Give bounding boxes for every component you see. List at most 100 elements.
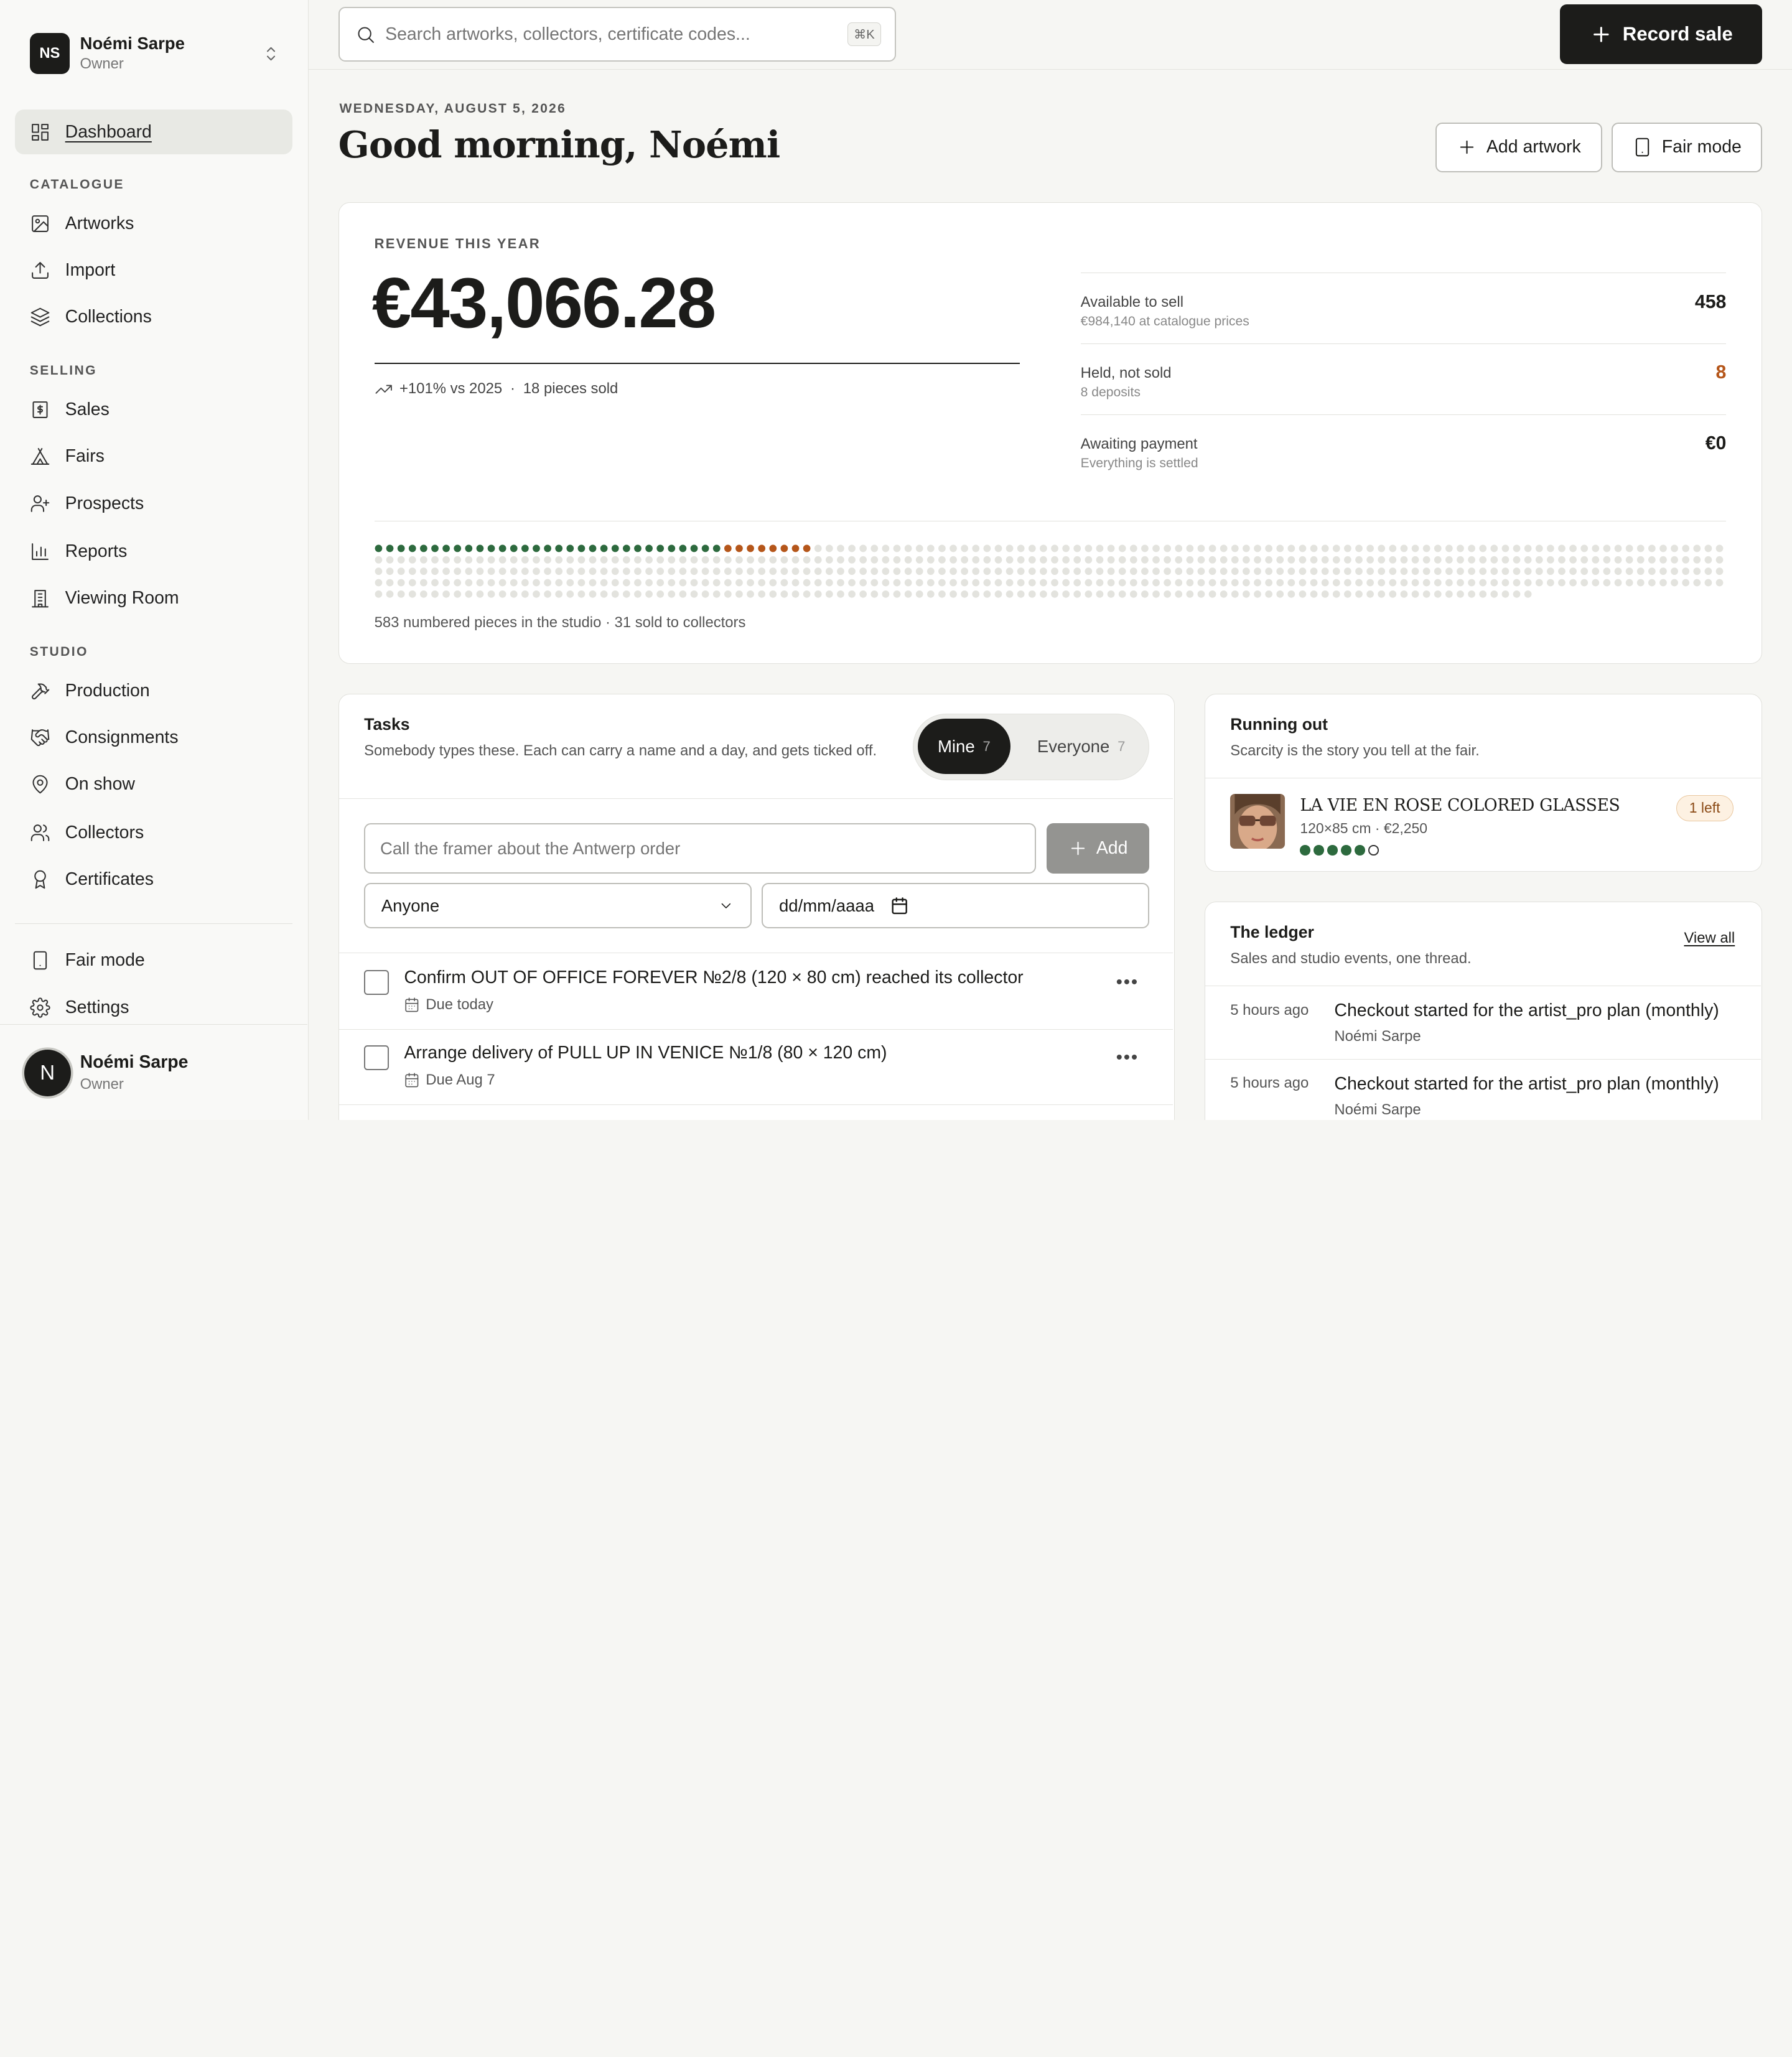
sidebar-item-collectors[interactable]: Collectors	[15, 810, 292, 855]
dot-available	[397, 556, 405, 564]
dot-available	[1163, 556, 1171, 564]
dot-available	[543, 556, 551, 564]
dot-available	[983, 556, 991, 564]
stat-held[interactable]: Held, not sold 8 deposits 8	[1080, 343, 1727, 414]
dot-available	[1028, 579, 1036, 587]
task-checkbox[interactable]	[364, 969, 390, 995]
dot-available	[791, 556, 799, 564]
dot-available	[836, 544, 844, 553]
dot-available	[1332, 590, 1340, 599]
due-date-field[interactable]: dd/mm/aaaa	[762, 882, 1149, 929]
running-out-title: Running out	[1230, 714, 1328, 734]
more-icon[interactable]: •••	[1116, 1047, 1139, 1068]
more-icon[interactable]: •••	[1116, 972, 1139, 993]
sidebar-item-collections[interactable]: Collections	[15, 295, 292, 340]
sidebar-item-prospects[interactable]: Prospects	[15, 481, 292, 526]
sidebar-item-sales[interactable]: Sales	[15, 388, 292, 432]
fair-mode-button[interactable]: Fair mode	[1611, 122, 1763, 173]
revenue-trend: +101% vs 2025 · 18 pieces sold	[375, 380, 618, 398]
sidebar-item-production[interactable]: Production	[15, 668, 292, 713]
dot-available	[1197, 556, 1205, 564]
sidebar-item-viewing-room[interactable]: Viewing Room	[15, 576, 292, 621]
stat-available[interactable]: Available to sell €984,140 at catalogue …	[1080, 273, 1727, 343]
dot-available	[1299, 544, 1306, 553]
dot-available	[408, 590, 416, 599]
dot-available	[791, 579, 799, 587]
add-task-button[interactable]: Add	[1046, 823, 1149, 874]
dot-available	[1704, 544, 1712, 553]
dot-available	[735, 556, 743, 564]
dot-available	[1186, 567, 1193, 576]
dot-available	[1557, 579, 1566, 587]
dot-available	[408, 579, 416, 587]
dot-available	[1411, 556, 1419, 564]
sidebar-item-settings[interactable]: Settings	[15, 985, 292, 1030]
dot-available	[1625, 556, 1633, 564]
section-studio: STUDIO	[29, 644, 88, 659]
sidebar-item-import[interactable]: Import	[15, 248, 292, 293]
dot-available	[1411, 590, 1419, 599]
stat-awaiting[interactable]: Awaiting payment Everything is settled €…	[1080, 414, 1727, 485]
dot-available	[375, 556, 382, 564]
dot-available	[712, 579, 721, 587]
dot-available	[1445, 579, 1453, 587]
search-box[interactable]: ⌘K	[338, 7, 896, 62]
sidebar-item-reports[interactable]: Reports	[15, 529, 292, 574]
dot-available	[870, 579, 878, 587]
sidebar-item-certificates[interactable]: Certificates	[15, 857, 292, 902]
dot-available	[825, 544, 833, 553]
tablet-icon	[30, 950, 50, 971]
dot-available	[859, 579, 867, 587]
org-avatar: NS	[29, 33, 70, 75]
dot-available	[543, 579, 551, 587]
ledger-row[interactable]: 5 hours ago Checkout started for the art…	[1205, 986, 1761, 1059]
dot-available	[938, 590, 946, 599]
dot-available	[882, 579, 889, 587]
artwork-title[interactable]: LA VIE EN ROSE COLORED GLASSES	[1300, 796, 1620, 815]
sidebar-item-artworks[interactable]: Artworks	[15, 201, 292, 246]
receipt-icon	[30, 399, 50, 420]
sidebar-item-label: Consignments	[65, 727, 179, 748]
ledger-row[interactable]: 5 hours ago Checkout started for the art…	[1205, 1059, 1761, 1120]
calendar-icon[interactable]	[890, 897, 908, 915]
view-all-link[interactable]: View all	[1684, 930, 1735, 947]
add-artwork-button[interactable]: Add artwork	[1435, 122, 1603, 173]
dot-available	[668, 567, 675, 576]
dot-available	[1006, 579, 1014, 587]
tab-mine[interactable]: Mine 7	[918, 719, 1010, 774]
dot-available	[915, 579, 923, 587]
dot-available	[1231, 556, 1239, 564]
tab-label: Mine	[937, 736, 975, 756]
dot-sold	[386, 544, 394, 553]
tab-everyone[interactable]: Everyone 7	[1019, 719, 1144, 773]
sidebar-item-on-show[interactable]: On show	[15, 762, 292, 807]
dot-available	[1276, 579, 1284, 587]
dot-available	[487, 567, 495, 576]
sidebar-item-consignments[interactable]: Consignments	[15, 716, 292, 760]
dot-available	[701, 567, 709, 576]
dot-available	[1073, 590, 1081, 599]
dot-available	[836, 567, 844, 576]
dot-available	[1355, 556, 1363, 564]
assignee-select[interactable]: Anyone	[364, 882, 752, 929]
dot-available	[1039, 544, 1047, 553]
record-sale-button[interactable]: Record sale	[1560, 4, 1763, 64]
dot-available	[532, 556, 540, 564]
org-switcher[interactable]: NS Noémi Sarpe Owner	[29, 33, 281, 75]
sidebar-item-dashboard[interactable]: Dashboard	[14, 110, 293, 154]
dot-available	[1467, 567, 1475, 576]
sidebar-item-fair-mode[interactable]: Fair mode	[15, 938, 292, 983]
search-input[interactable]	[385, 24, 847, 45]
task-checkbox[interactable]	[364, 1045, 390, 1071]
user-plus-icon	[30, 493, 50, 514]
dot-available	[386, 590, 394, 599]
dot-available	[1197, 567, 1205, 576]
user-menu[interactable]: N Noémi Sarpe Owner	[0, 1024, 308, 1120]
sidebar-item-fairs[interactable]: Fairs	[15, 434, 292, 479]
artwork-thumbnail[interactable]	[1230, 793, 1286, 849]
dot-available	[1670, 579, 1678, 587]
ledger-author: Noémi Sarpe	[1334, 1101, 1421, 1118]
dot-available	[1186, 579, 1193, 587]
new-task-input[interactable]	[364, 823, 1037, 874]
dot-available	[1299, 556, 1306, 564]
